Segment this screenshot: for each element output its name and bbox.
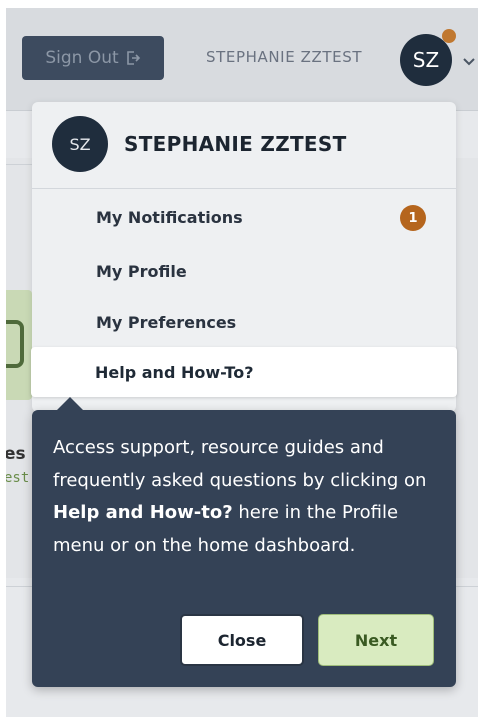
next-button-label: Next: [354, 630, 398, 650]
header-avatar-initials: SZ: [412, 48, 440, 72]
sign-out-icon: [125, 50, 141, 66]
menu-item-help-and-how-to[interactable]: Help and How-To?: [31, 347, 457, 397]
onboarding-tooltip: Access support, resource guides and freq…: [32, 397, 456, 687]
chevron-down-icon[interactable]: [462, 52, 476, 71]
next-button[interactable]: Next: [318, 614, 434, 666]
profile-menu-avatar-initials: SZ: [69, 134, 91, 154]
close-button-label: Close: [217, 630, 267, 650]
background-text-fragment: est: [6, 470, 30, 486]
profile-menu-user-name: STEPHANIE ZZTEST: [124, 132, 347, 156]
profile-menu-avatar: SZ: [52, 116, 108, 172]
menu-item-label: My Preferences: [96, 312, 237, 332]
menu-item-my-preferences[interactable]: My Preferences: [32, 297, 456, 347]
close-button[interactable]: Close: [180, 614, 304, 666]
tooltip-message: Access support, resource guides and freq…: [53, 432, 443, 562]
tooltip-arrow: [56, 397, 84, 411]
notification-dot: [442, 29, 456, 43]
menu-item-my-notifications[interactable]: My Notifications 1: [32, 192, 456, 242]
tooltip-text-bold: Help and How-to?: [53, 502, 233, 523]
tooltip-text-before: Access support, resource guides and freq…: [53, 437, 427, 491]
menu-item-label: My Profile: [96, 261, 187, 281]
profile-menu-dropdown: SZ STEPHANIE ZZTEST My Notifications 1 M…: [31, 102, 457, 412]
illustration-icon: [6, 320, 24, 368]
background-text-fragment: es: [6, 444, 26, 464]
menu-item-label: My Notifications: [96, 207, 243, 227]
sign-out-button[interactable]: Sign Out: [22, 36, 164, 80]
sign-out-label: Sign Out: [45, 48, 119, 68]
notification-count-badge: 1: [400, 205, 426, 231]
top-navigation-bar: Sign Out STEPHANIE ZZTEST SZ: [6, 8, 478, 111]
menu-item-my-profile[interactable]: My Profile: [32, 246, 456, 296]
header-user-name[interactable]: STEPHANIE ZZTEST: [206, 48, 362, 66]
profile-menu-header: SZ STEPHANIE ZZTEST: [32, 102, 456, 189]
menu-item-label: Help and How-To?: [95, 362, 254, 382]
